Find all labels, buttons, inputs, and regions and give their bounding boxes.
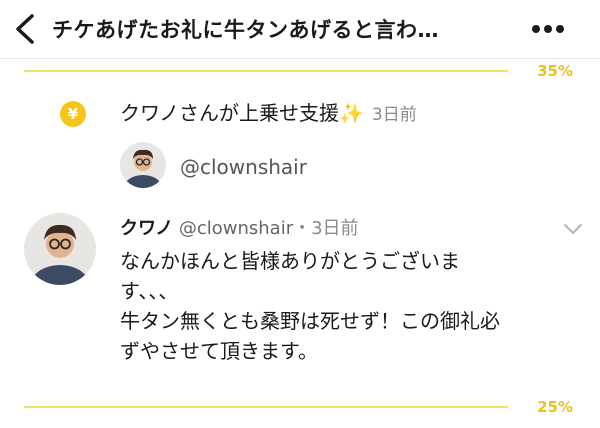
reply-options-button[interactable]	[560, 220, 586, 238]
progress-top: 35%	[0, 62, 600, 82]
avatar-image	[24, 213, 96, 285]
chevron-left-icon	[16, 14, 34, 44]
reply-header: クワノ @clownshair・3日前	[120, 216, 359, 242]
support-text: クワノさんが上乗せ支援	[120, 101, 339, 125]
back-button[interactable]	[8, 10, 44, 48]
sparkle-icon: ✨	[339, 101, 364, 125]
page-title: チケあげたお礼に牛タンあげると言わ…	[52, 18, 439, 42]
reply-body-line: す、、、	[120, 279, 179, 303]
reply-time: 3日前	[311, 218, 359, 239]
progress-bar	[24, 70, 508, 72]
chevron-down-icon	[564, 224, 582, 234]
reply-body-line: ずやさせて頂きます。	[120, 339, 318, 363]
more-options-button[interactable]	[532, 18, 588, 38]
avatar-large[interactable]	[24, 213, 96, 285]
avatar-image	[120, 142, 166, 188]
reply-body-line: 牛タン無くとも桑野は死せず！この御礼必	[120, 309, 500, 333]
supporter-handle[interactable]: @clownshair	[180, 152, 307, 182]
reply-body-line: なんかほんと皆様ありがとうございま	[120, 249, 460, 273]
more-dot	[556, 25, 564, 33]
avatar-small[interactable]	[120, 142, 166, 188]
reply-author-name[interactable]: クワノ	[120, 218, 173, 239]
more-dot	[544, 25, 552, 33]
progress-percent: 25%	[537, 398, 573, 416]
support-message: クワノさんが上乗せ支援✨ 3日前	[120, 98, 417, 130]
reply-body: なんかほんと皆様ありがとうございま す、、、 牛タン無くとも桑野は死せず！この御…	[120, 246, 580, 366]
yen-icon: ¥	[60, 101, 86, 127]
reply-author-handle[interactable]: @clownshair	[179, 218, 293, 239]
support-time: 3日前	[371, 105, 417, 125]
progress-percent: 35%	[537, 62, 573, 80]
progress-bottom: 25%	[0, 398, 600, 418]
progress-bar	[24, 406, 508, 408]
reply-separator: ・	[293, 218, 312, 239]
more-dots-icon	[532, 25, 540, 33]
header-bar: チケあげたお礼に牛タンあげると言わ…	[0, 0, 600, 59]
